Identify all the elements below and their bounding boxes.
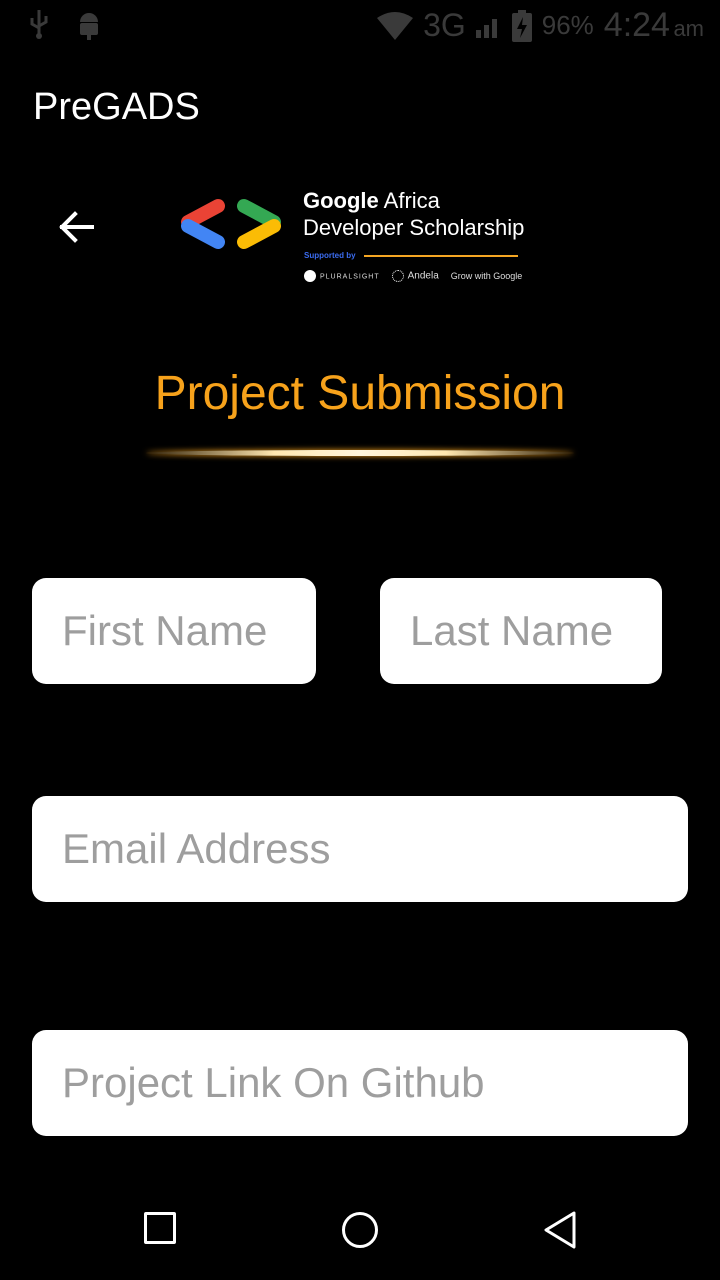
android-icon — [80, 13, 98, 40]
partner-grow-with-google: Grow with Google — [450, 271, 523, 281]
supported-by-label: Supported by — [304, 251, 356, 260]
logo-rule — [364, 255, 518, 257]
clock-time: 4:24 — [603, 6, 670, 44]
signal-icon — [475, 18, 497, 38]
status-icons: 3G 96% 4:24 am — [377, 6, 704, 45]
battery-percent: 96% — [541, 10, 594, 40]
back-button[interactable] — [56, 206, 98, 248]
github-link-input[interactable] — [32, 1030, 688, 1136]
arrow-left-icon — [59, 211, 94, 243]
first-name-input[interactable] — [32, 578, 316, 684]
network-type: 3G — [423, 7, 466, 43]
triangle-icon — [544, 1211, 576, 1249]
page-title: Project Submission — [154, 367, 566, 420]
notification-icons — [26, 8, 102, 40]
partner-pluralsight: PLURALSIGHT — [304, 270, 380, 282]
gads-logo: Google Africa Developer Scholarship Supp… — [178, 188, 528, 288]
logo-line1: Google Africa — [303, 188, 440, 214]
email-input[interactable] — [32, 796, 688, 902]
logo-line2: Developer Scholarship — [303, 215, 525, 240]
battery-icon — [511, 9, 532, 42]
last-name-input[interactable] — [380, 578, 662, 684]
andela-icon — [391, 270, 404, 282]
clock: 4:24 am — [604, 6, 704, 45]
app-title: PreGADS — [33, 86, 200, 128]
gads-brackets-icon — [181, 199, 281, 249]
partner-logos: PLURALSIGHT Andela Grow with Google — [304, 270, 522, 282]
usb-icon — [30, 10, 48, 39]
nav-back-button[interactable] — [542, 1210, 578, 1250]
clock-ampm: am — [673, 16, 704, 41]
title-underline — [146, 450, 574, 456]
system-nav-bar — [0, 1180, 720, 1280]
partner-andela: Andela — [391, 270, 439, 282]
logo-africa: Africa — [378, 188, 440, 213]
wifi-icon — [377, 11, 414, 40]
pluralsight-icon — [304, 270, 316, 282]
logo-google: Google — [303, 188, 379, 213]
status-bar: 3G 96% 4:24 am — [0, 0, 720, 52]
recents-button[interactable] — [144, 1212, 176, 1244]
home-button[interactable] — [342, 1212, 378, 1248]
